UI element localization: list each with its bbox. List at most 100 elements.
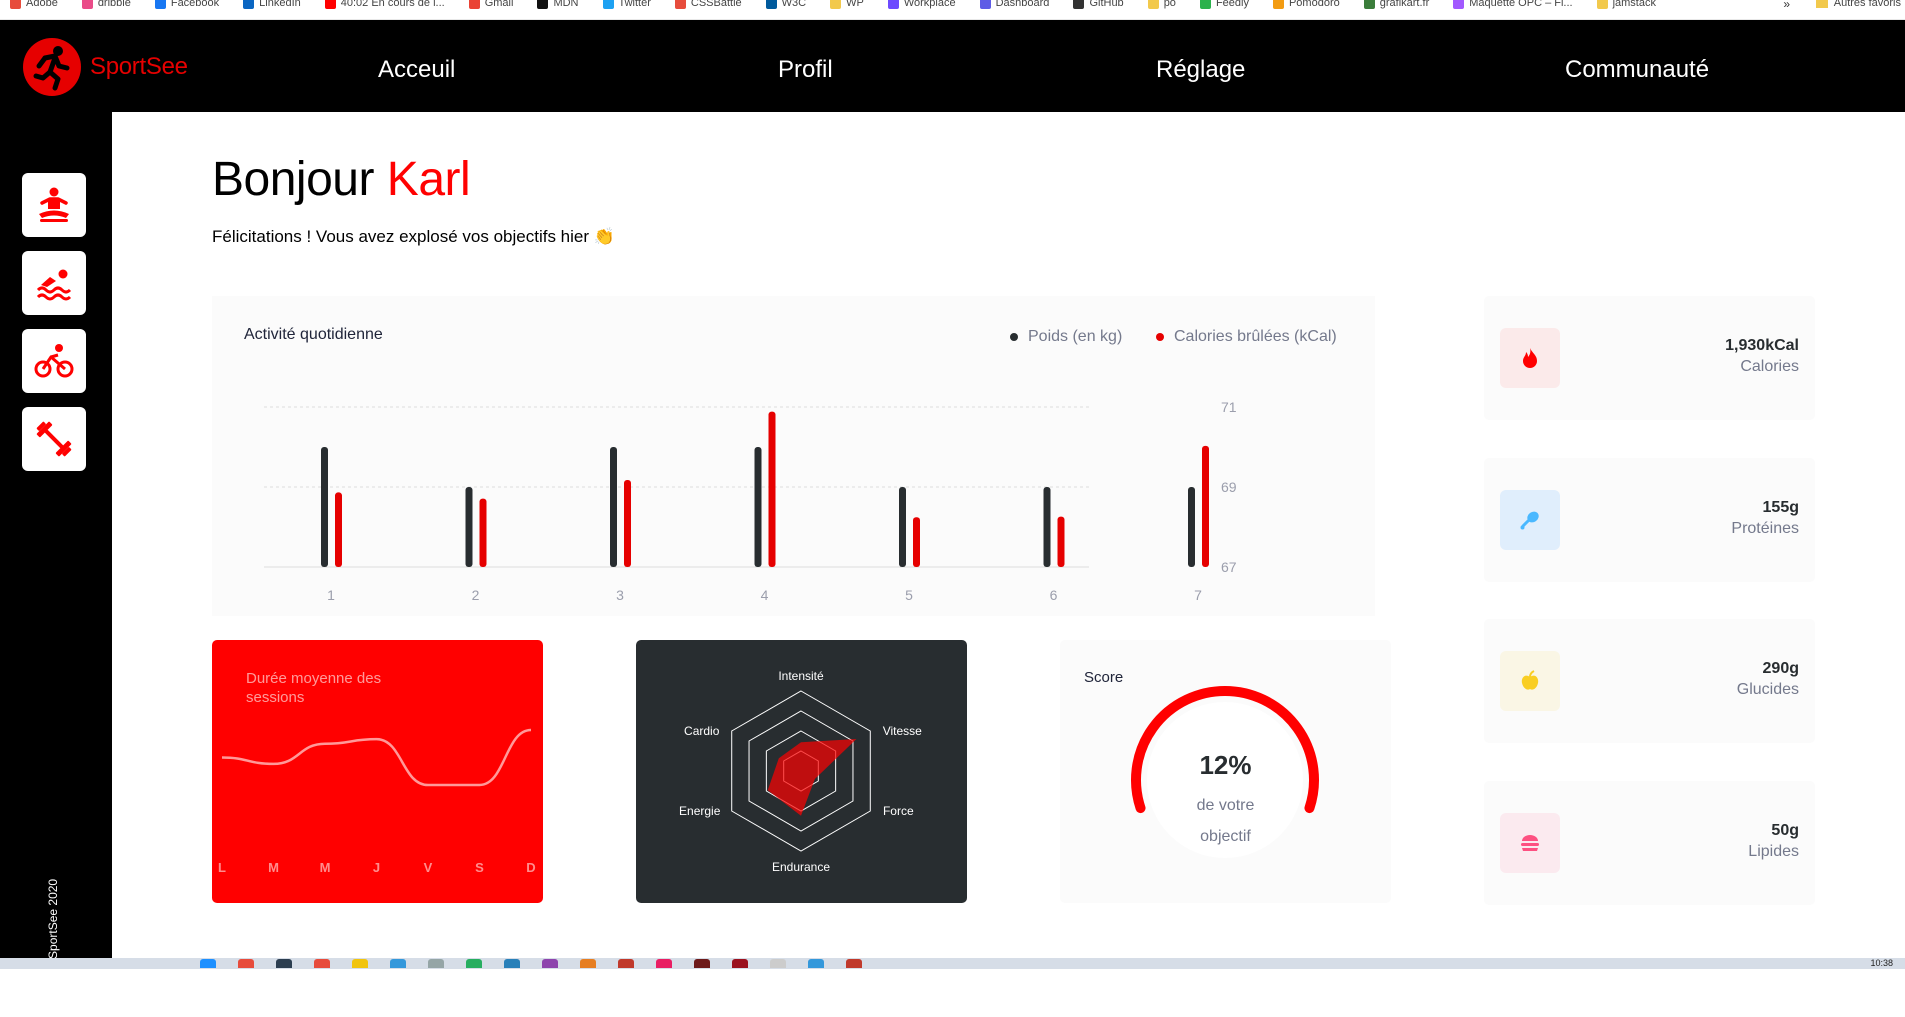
x-tick-label: 5 [905,587,913,603]
taskbar-app-icon[interactable] [314,959,330,968]
taskbar-app-icon[interactable] [618,959,634,968]
bookmark-label: 40:02 En cours de l... [340,0,445,9]
bookmark-item[interactable]: 40:02 En cours de l... [315,0,459,9]
taskbar-app-icon[interactable] [694,959,710,968]
other-bookmarks-folder[interactable]: Autres favoris [1815,0,1905,9]
bookmark-icon [154,0,166,9]
performance-radar-chart: Intensité Vitesse Force Endurance Energie Car… [636,640,967,903]
bookmark-label: Workplace [903,0,956,9]
weight-bar[interactable] [321,447,328,567]
bookmark-icon [887,0,899,9]
bookmark-item[interactable]: Twitter [593,0,665,9]
nav-profil[interactable]: Profil [778,56,833,84]
bookmark-label: CSSBattle [690,0,742,9]
lipids-label: Lipides [1748,843,1799,860]
bookmark-item[interactable]: Facebook [145,0,233,9]
nav-reglage[interactable]: Réglage [1156,56,1245,84]
bookmark-item[interactable]: jamstack [1587,0,1670,9]
bookmark-icon [324,0,336,9]
bookmark-item[interactable]: Maquette OPC – Fi... [1443,0,1586,9]
weight-bar[interactable] [1043,487,1051,567]
sessions-day-label: L [218,860,226,875]
weight-bar[interactable] [610,447,617,567]
bookmark-item[interactable]: Feedly [1190,0,1263,9]
bookmark-item[interactable]: dribble [72,0,145,9]
sidebar-item-meditation[interactable] [22,173,86,237]
calories-bar[interactable] [1057,516,1065,567]
nav-communaute[interactable]: Communauté [1565,56,1709,84]
bookmark-item[interactable]: Dashboard [970,0,1064,9]
taskbar-app-icon[interactable] [656,959,672,968]
bookmarks-more-button[interactable]: » [1783,0,1790,11]
taskbar-app-icon[interactable] [770,959,786,968]
bookmark-label: Maquette OPC – Fi... [1469,0,1573,9]
sessions-chart-svg: LMMJVSD [218,728,536,875]
weight-bar[interactable] [1188,487,1195,567]
bookmark-label: MDN [553,0,579,9]
taskbar-app-icon[interactable] [352,959,368,968]
bookmark-item[interactable]: grafikart.fr [1354,0,1444,9]
taskbar-app-icon[interactable] [542,959,558,968]
taskbar-app-icon[interactable] [276,959,292,968]
bookmark-item[interactable]: Pomodoro [1263,0,1354,9]
bookmark-item[interactable]: CSSBattle [665,0,756,9]
congrats-message: Félicitations ! Vous avez explosé vos ob… [212,227,615,246]
calories-bar[interactable] [913,517,920,567]
sessions-day-label: M [268,860,279,875]
keydata-card-proteins: 155g Protéines [1484,458,1815,582]
taskbar-app-icon[interactable] [466,959,482,968]
bookmark-item[interactable]: WP [820,0,878,9]
weight-bar[interactable] [899,487,906,567]
taskbar-app-icon[interactable] [390,959,406,968]
bookmark-item[interactable]: Adobe [0,0,72,9]
taskbar-app-icon[interactable] [846,959,862,968]
bookmark-item[interactable]: Workplace [878,0,970,9]
weight-bar[interactable] [754,447,762,567]
bookmark-item[interactable]: W3C [756,0,820,9]
bookmark-icon [1272,0,1284,9]
taskbar-app-icon[interactable] [732,959,748,968]
taskbar-app-icon[interactable] [504,959,520,968]
logo[interactable]: SportSee [23,38,188,96]
score-chart: Score 12% de votre objectif [1060,640,1391,903]
radar-axis-label: Force [883,804,914,818]
bookmark-label: WP [846,0,864,9]
bookmark-item[interactable]: MDN [527,0,592,9]
taskbar [0,958,1905,969]
bookmark-icon [1596,0,1608,9]
calories-bar[interactable] [335,492,342,567]
calories-bar[interactable] [1202,445,1209,567]
score-label: de votre objectif [1060,790,1391,852]
daily-activity-chart: Activité quotidienne Poids (en kg) Calor… [212,296,1375,616]
bookmark-label: Gmail [484,0,514,9]
sidebar-item-cycling[interactable] [22,329,86,393]
calories-bar[interactable] [768,411,776,567]
taskbar-clock: 10:38 [1870,958,1893,968]
radar-chart-svg: Intensité Vitesse Force Endurance Energie Car… [679,669,922,874]
fire-icon [1500,328,1560,388]
bookmark-item[interactable]: GitHub [1063,0,1137,9]
calories-bar[interactable] [479,498,487,567]
taskbar-app-icon[interactable] [238,959,254,968]
taskbar-app-icon[interactable] [428,959,444,968]
brand-name: SportSee [90,53,188,80]
bookmark-icon [468,0,480,9]
bookmark-icon [1363,0,1375,9]
bookmark-item[interactable]: LinkedIn [233,0,315,9]
sessions-line [221,728,532,787]
bookmark-icon [765,0,777,9]
bookmark-item[interactable]: po [1138,0,1190,9]
nav-acceuil[interactable]: Acceuil [378,56,455,84]
sidebar-item-swimming[interactable] [22,251,86,315]
taskbar-app-icon[interactable] [200,959,216,968]
radar-axis-label: Endurance [772,860,830,874]
sidebar-item-weights[interactable] [22,407,86,471]
bookmark-icon [1453,0,1465,9]
weight-bar[interactable] [465,487,473,567]
sessions-day-label: V [424,860,433,875]
taskbar-app-icon[interactable] [808,959,824,968]
calories-bar[interactable] [624,480,631,567]
swimming-icon [36,269,72,301]
taskbar-app-icon[interactable] [580,959,596,968]
bookmark-item[interactable]: Gmail [459,0,528,9]
